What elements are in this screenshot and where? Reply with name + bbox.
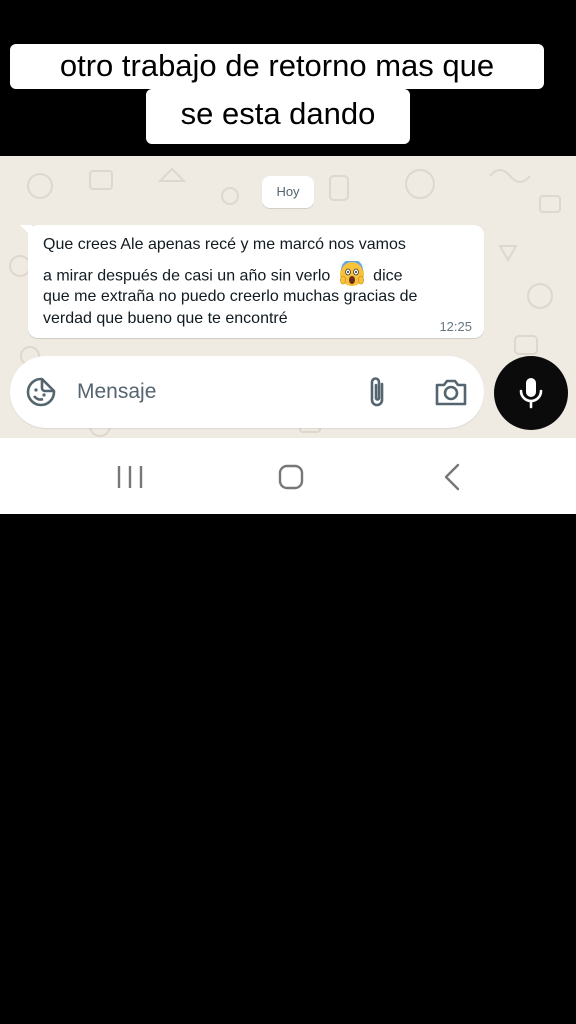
sticker-icon[interactable] bbox=[25, 376, 57, 413]
caption-line-2: se esta dando bbox=[146, 89, 410, 144]
message-line-3: que me extraña no puedo creerlo muchas g… bbox=[43, 288, 418, 305]
day-separator: Hoy bbox=[262, 176, 314, 208]
message-text-before-emoji: a mirar después de casi un año sin verlo bbox=[43, 267, 331, 285]
recents-icon bbox=[117, 466, 143, 488]
recents-button[interactable] bbox=[90, 438, 170, 514]
message-composer[interactable]: Mensaje bbox=[10, 356, 484, 428]
home-icon bbox=[278, 464, 304, 490]
message-line-4: verdad que bueno que te encontré bbox=[43, 310, 288, 327]
message-bubble[interactable]: Que crees Ale apenas recé y me marcó nos… bbox=[20, 225, 484, 338]
paperclip-icon[interactable] bbox=[364, 374, 390, 415]
microphone-icon bbox=[519, 378, 543, 409]
back-icon bbox=[444, 463, 460, 491]
message-input[interactable]: Mensaje bbox=[77, 380, 156, 404]
caption-line-1: otro trabajo de retorno mas que bbox=[10, 44, 544, 89]
message-line-1: Que crees Ale apenas recé y me marcó nos… bbox=[43, 236, 406, 253]
message-timestamp: 12:25 bbox=[439, 319, 472, 334]
home-button[interactable] bbox=[251, 438, 331, 514]
bubble-tail bbox=[20, 225, 32, 237]
message-text-after-emoji: dice bbox=[373, 267, 403, 285]
camera-icon[interactable] bbox=[434, 376, 468, 413]
system-navigation-bar bbox=[0, 438, 576, 514]
voice-message-button[interactable] bbox=[494, 356, 568, 430]
back-button[interactable] bbox=[413, 438, 493, 514]
